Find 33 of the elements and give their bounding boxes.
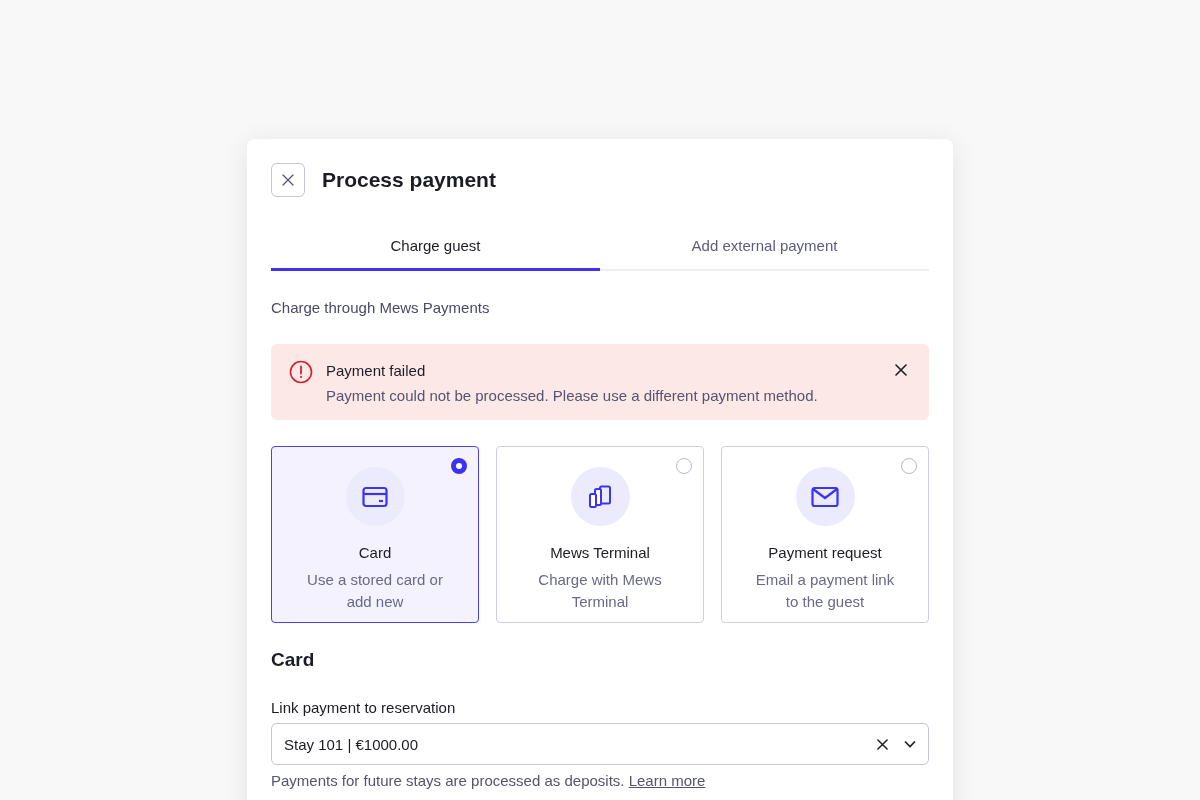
alert-title: Payment failed	[326, 362, 427, 379]
helper-text: Payments for future stays are processed as deposits. Learn more	[271, 772, 707, 789]
dialog-title: Process payment	[322, 168, 496, 192]
section-title: Card	[271, 649, 316, 671]
clear-button[interactable]	[875, 736, 890, 752]
terminal-icon	[588, 484, 612, 509]
option-title: Payment request	[768, 544, 882, 561]
option-description: Use a stored card or add new	[306, 570, 444, 612]
reservation-select[interactable]: Stay 101 | €1000.00	[271, 723, 929, 765]
radio-button[interactable]	[901, 458, 917, 474]
radio-button[interactable]	[451, 458, 467, 474]
field-label: Link payment to reservation	[271, 699, 457, 716]
tab[interactable]: Charge guest	[271, 225, 600, 271]
option-title: Mews Terminal	[550, 544, 650, 561]
option-description: Email a payment link to the guest	[754, 570, 896, 612]
select-value: Stay 101 | €1000.00	[284, 735, 419, 753]
payment-option[interactable]: Mews Terminal Charge with Mews Terminal	[496, 446, 704, 623]
option-title: Card	[358, 544, 392, 561]
clear-icon	[877, 738, 888, 750]
tab[interactable]: Add external payment	[600, 225, 929, 271]
radio-button[interactable]	[676, 458, 692, 474]
payment-option[interactable]: Card Use a stored card or add new	[271, 446, 479, 623]
option-description: Charge with Mews Terminal	[537, 570, 663, 612]
alert-message: Payment could not be processed. Please use a different payment method.	[326, 387, 819, 404]
chevron-down-icon[interactable]	[904, 740, 916, 748]
envelope-icon	[811, 485, 839, 508]
payment-option[interactable]: Payment request Email a payment link to the guest	[721, 446, 929, 623]
close-icon	[895, 364, 907, 376]
close-icon	[282, 174, 294, 186]
subtitle: Charge through Mews Payments	[271, 299, 491, 316]
learn-more-link[interactable]: Learn more	[628, 772, 706, 789]
credit-card-icon	[362, 485, 388, 508]
error-icon	[289, 360, 313, 384]
